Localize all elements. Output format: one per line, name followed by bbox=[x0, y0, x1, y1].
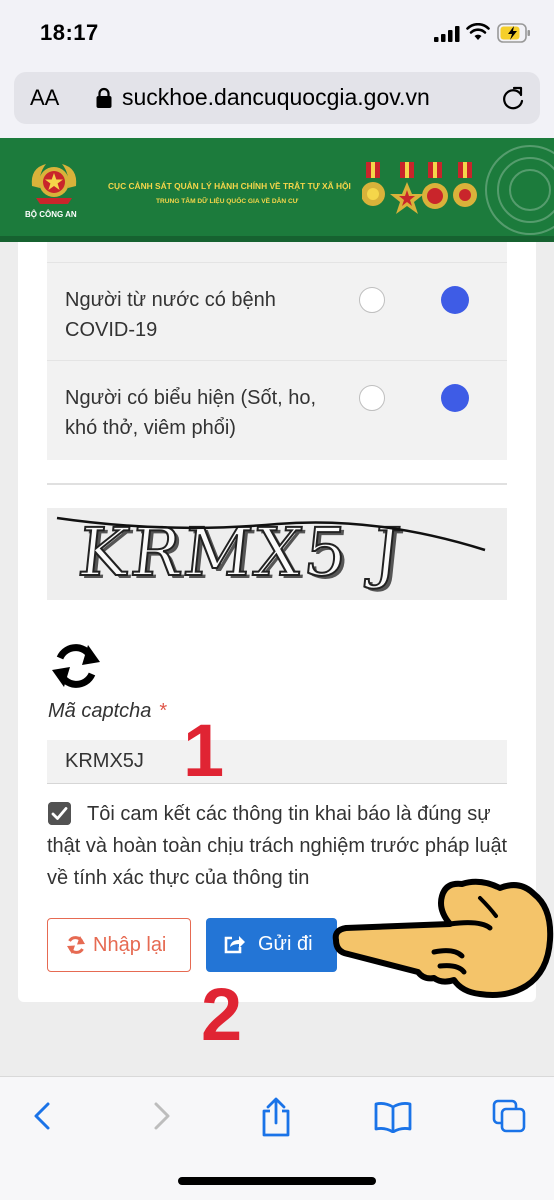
bookmarks-icon[interactable] bbox=[374, 1101, 412, 1133]
question-row: Người từ nước có bệnh COVID-19 bbox=[47, 262, 507, 360]
reload-icon[interactable] bbox=[500, 85, 526, 113]
captcha-noise-line bbox=[56, 516, 486, 552]
tabs-icon[interactable] bbox=[492, 1099, 526, 1133]
banner-title: CỤC CẢNH SÁT QUẢN LÝ HÀNH CHÍNH VỀ TRẬT … bbox=[108, 181, 351, 191]
radio-option-1[interactable] bbox=[359, 385, 385, 411]
radio-option-2-selected[interactable] bbox=[441, 384, 469, 412]
question-text: Người có biểu hiện (Sốt, ho, khó thở, vi… bbox=[65, 387, 317, 439]
section-divider bbox=[47, 483, 507, 485]
submit-button[interactable]: Gửi đi bbox=[206, 918, 337, 972]
annotation-step-1: 1 bbox=[183, 709, 225, 792]
captcha-image: KRMX5 J bbox=[47, 508, 507, 600]
url-text[interactable]: suckhoe.dancuquocgia.gov.vn bbox=[122, 84, 430, 111]
signal-icon bbox=[434, 26, 460, 42]
captcha-label: Mã captcha * bbox=[48, 700, 167, 723]
reset-button-label: Nhập lại bbox=[93, 934, 167, 956]
reader-text-size-button[interactable]: AA bbox=[30, 85, 59, 111]
status-bar: 18:17 bbox=[0, 0, 554, 66]
police-emblem-icon bbox=[31, 164, 77, 204]
forward-icon[interactable] bbox=[150, 1101, 174, 1131]
question-row: Người có biểu hiện (Sốt, ho, khó thở, vi… bbox=[47, 360, 507, 458]
lock-icon bbox=[96, 87, 112, 108]
radio-option-1[interactable] bbox=[359, 287, 385, 313]
question-table: Người từ nước có bệnh COVID-19 Người có … bbox=[47, 242, 507, 460]
wifi-icon bbox=[466, 23, 490, 40]
address-bar[interactable]: AA suckhoe.dancuquocgia.gov.vn bbox=[14, 72, 540, 124]
refresh-captcha-icon[interactable] bbox=[50, 640, 102, 692]
browser-toolbar bbox=[0, 1076, 554, 1200]
browser-address-area: AA suckhoe.dancuquocgia.gov.vn bbox=[0, 66, 554, 138]
site-banner: BỘ CÔNG AN CỤC CẢNH SÁT QUẢN LÝ HÀNH CHÍ… bbox=[0, 138, 554, 242]
share-send-icon bbox=[224, 936, 245, 954]
banner-subtitle: TRUNG TÂM DỮ LIỆU QUỐC GIA VỀ DÂN CƯ bbox=[156, 198, 299, 205]
pointing-hand-icon bbox=[332, 878, 554, 998]
captcha-label-text: Mã captcha bbox=[48, 700, 152, 722]
home-indicator bbox=[178, 1177, 376, 1185]
annotation-step-2: 2 bbox=[201, 973, 243, 1056]
reset-button[interactable]: Nhập lại bbox=[47, 918, 191, 972]
medals-icon bbox=[362, 162, 477, 214]
question-text: Người từ nước có bệnh COVID-19 bbox=[65, 289, 276, 341]
submit-button-label: Gửi đi bbox=[258, 933, 313, 955]
battery-charging-icon bbox=[497, 23, 530, 43]
captcha-input[interactable]: KRMX5J bbox=[47, 740, 507, 784]
back-icon[interactable] bbox=[30, 1101, 54, 1131]
status-time: 18:17 bbox=[40, 20, 99, 45]
emblem-caption: BỘ CÔNG AN bbox=[25, 210, 77, 219]
required-mark: * bbox=[159, 700, 168, 722]
radio-option-2-selected[interactable] bbox=[441, 286, 469, 314]
reset-icon bbox=[67, 936, 85, 954]
share-icon[interactable] bbox=[260, 1097, 292, 1137]
